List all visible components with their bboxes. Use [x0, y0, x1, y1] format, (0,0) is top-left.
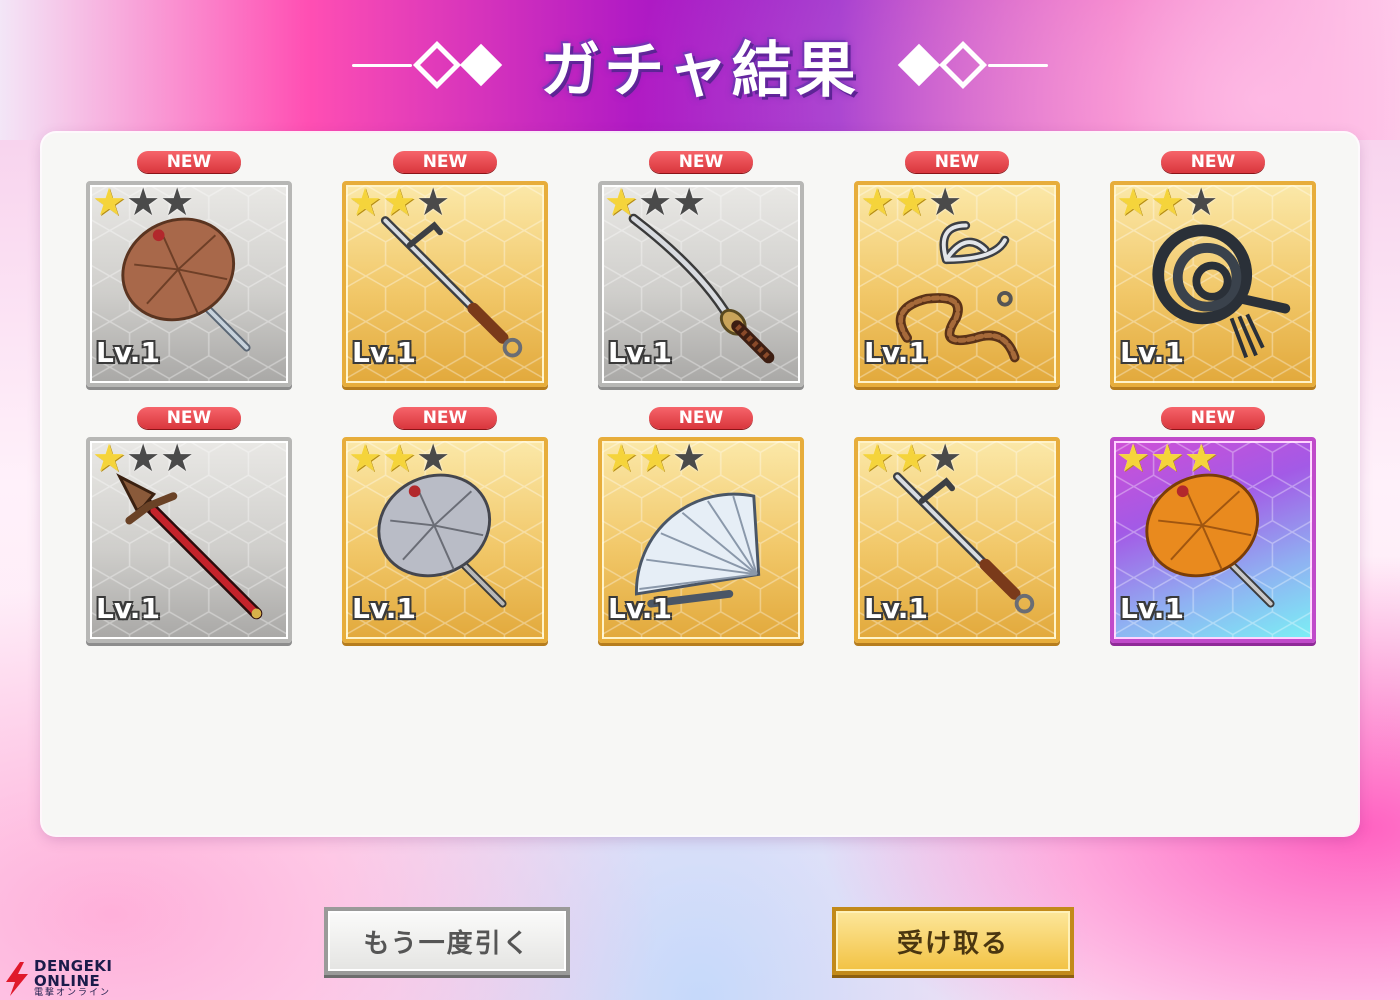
rarity-stars: ★ ★ ★	[604, 439, 706, 477]
rarity-stars: ★ ★ ★	[92, 183, 194, 221]
star-icon: ★	[638, 436, 673, 480]
item-level: Lv.1	[96, 592, 160, 625]
item-level: Lv.1	[96, 336, 160, 369]
rarity-stars: ★ ★ ★	[860, 439, 962, 477]
star-icon: ★	[604, 180, 639, 224]
dengeki-online-logo: DENGEKI ONLINE 電撃オンライン	[2, 959, 113, 998]
logo-text-2: ONLINE	[34, 972, 101, 990]
title-decoration-right	[897, 40, 1048, 90]
star-icon: ★	[416, 180, 451, 224]
item-card[interactable]: ★ ★ ★ Lv.1	[854, 437, 1060, 643]
new-badge: NEW	[393, 407, 497, 429]
star-icon: ★	[1184, 436, 1219, 480]
item-level: Lv.1	[352, 336, 416, 369]
receive-button[interactable]: 受け取る	[832, 907, 1074, 975]
rarity-stars: ★ ★ ★	[348, 183, 450, 221]
star-icon: ★	[1184, 180, 1219, 224]
page-title: ガチャ結果	[540, 35, 860, 106]
star-icon: ★	[92, 180, 127, 224]
star-icon: ★	[638, 180, 673, 224]
item-card[interactable]: NEW ★ ★ ★ Lv.1	[1110, 151, 1316, 387]
item-card[interactable]: NEW ★ ★ ★ Lv.1	[1110, 407, 1316, 643]
logo-text-3: 電撃オンライン	[34, 988, 112, 998]
item-level: Lv.1	[352, 592, 416, 625]
star-icon: ★	[894, 436, 929, 480]
new-badge: NEW	[649, 407, 753, 429]
star-icon: ★	[1150, 436, 1185, 480]
item-card[interactable]: NEW ★ ★ ★ Lv.1	[598, 151, 804, 387]
star-icon: ★	[860, 436, 895, 480]
lightning-bolt-icon	[6, 961, 28, 996]
star-icon: ★	[92, 436, 127, 480]
star-icon: ★	[160, 180, 195, 224]
item-card[interactable]: NEW ★ ★ ★ Lv.1	[854, 151, 1060, 387]
star-icon: ★	[126, 436, 161, 480]
new-badge: NEW	[1161, 407, 1265, 429]
item-card[interactable]: NEW ★ ★ ★ Lv.1	[86, 407, 292, 643]
star-icon: ★	[382, 180, 417, 224]
item-level: Lv.1	[864, 592, 928, 625]
new-badge: NEW	[393, 151, 497, 173]
star-icon: ★	[1150, 180, 1185, 224]
star-icon: ★	[416, 436, 451, 480]
star-icon: ★	[672, 180, 707, 224]
star-icon: ★	[672, 436, 707, 480]
star-icon: ★	[894, 180, 929, 224]
star-icon: ★	[1116, 180, 1151, 224]
item-level: Lv.1	[1120, 592, 1184, 625]
star-icon: ★	[604, 436, 639, 480]
star-icon: ★	[160, 436, 195, 480]
star-icon: ★	[382, 436, 417, 480]
star-icon: ★	[126, 180, 161, 224]
rarity-stars: ★ ★ ★	[348, 439, 450, 477]
item-level: Lv.1	[608, 336, 672, 369]
star-icon: ★	[928, 180, 963, 224]
rarity-stars: ★ ★ ★	[1116, 183, 1218, 221]
new-badge: NEW	[1161, 151, 1265, 173]
title-decoration-left	[352, 40, 503, 90]
new-badge: NEW	[649, 151, 753, 173]
star-icon: ★	[860, 180, 895, 224]
item-card[interactable]: NEW ★ ★ ★ Lv.1	[342, 407, 548, 643]
item-card[interactable]: NEW ★ ★ ★ Lv.1	[86, 151, 292, 387]
star-icon: ★	[348, 436, 383, 480]
rarity-stars: ★ ★ ★	[1116, 439, 1218, 477]
item-level: Lv.1	[608, 592, 672, 625]
item-level: Lv.1	[1120, 336, 1184, 369]
rarity-stars: ★ ★ ★	[860, 183, 962, 221]
item-card[interactable]: NEW ★ ★ ★ Lv.1	[342, 151, 548, 387]
draw-again-button[interactable]: もう一度引く	[324, 907, 570, 975]
new-badge: NEW	[137, 151, 241, 173]
rarity-stars: ★ ★ ★	[604, 183, 706, 221]
star-icon: ★	[348, 180, 383, 224]
rarity-stars: ★ ★ ★	[92, 439, 194, 477]
star-icon: ★	[1116, 436, 1151, 480]
item-card[interactable]: NEW ★ ★ ★ Lv.1	[598, 407, 804, 643]
new-badge: NEW	[137, 407, 241, 429]
title-bar: ガチャ結果	[0, 20, 1400, 110]
new-badge: NEW	[905, 151, 1009, 173]
item-level: Lv.1	[864, 336, 928, 369]
results-panel: NEW ★ ★ ★ Lv.1 NEW ★ ★ ★ Lv.1 NEW ★ ★ ★ Lv.1 NEW ★ ★ ★ Lv.1…	[42, 133, 1358, 835]
star-icon: ★	[928, 436, 963, 480]
